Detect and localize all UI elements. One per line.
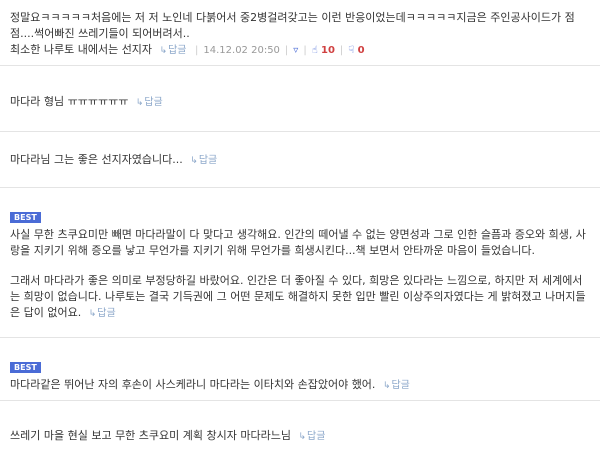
comment-meta: | 14.12.02 20:50 | ▿ | ☝ 10 | ☟ 0 [190, 45, 365, 56]
comment-body: 마다라 형님 ㅠㅠㅠㅠㅠㅠ [10, 95, 129, 108]
comment-body: 쓰레기 마을 현실 보고 무한 츠쿠요미 계획 창시자 마다라느님 [10, 429, 291, 442]
comment-text: 쓰레기 마을 현실 보고 무한 츠쿠요미 계획 창시자 마다라느님 ↳답글 [10, 428, 592, 445]
reply-button[interactable]: ↳답글 [89, 308, 116, 319]
comment-paragraph-1: 사실 무한 츠쿠요미만 빼면 마다라말이 다 맞다고 생각해요. 인간의 떼어낼… [10, 228, 586, 257]
comment-item: 정말요ㅋㅋㅋㅋㅋ처음에는 저 저 노인네 다붉어서 중2병걸려갖고는 이런 반응… [0, 0, 600, 66]
reply-arrow-icon: ↳ [159, 46, 168, 56]
comment-text-line-2: 점....썩어빠진 쓰레기들이 되어버려서.. [10, 27, 190, 40]
comment-item: 마다라 형님 ㅠㅠㅠㅠㅠㅠ ↳답글 [0, 66, 600, 132]
divider: | [195, 45, 199, 56]
reply-label: 답글 [391, 380, 410, 391]
comment-item-best: BEST 사실 무한 츠쿠요미만 빼면 마다라말이 다 맞다고 생각해요. 인간… [0, 188, 600, 338]
user-icon[interactable]: ▿ [293, 45, 298, 56]
reply-arrow-icon: ↳ [382, 381, 391, 391]
reply-label: 답글 [307, 431, 326, 442]
reply-label: 답글 [97, 308, 116, 319]
reply-label: 답글 [144, 97, 163, 108]
best-badge: BEST [10, 362, 41, 373]
thumbs-down-icon: ☟ [348, 45, 355, 56]
reply-arrow-icon: ↳ [298, 432, 307, 442]
comment-text: 마다라 형님 ㅠㅠㅠㅠㅠㅠ ↳답글 [10, 94, 592, 111]
comment-body: 마다라같은 뛰어난 자의 후손이 사스케라니 마다라는 이타치와 손잡았어야 했… [10, 378, 376, 391]
dislike-button[interactable]: ☟ 0 [348, 45, 364, 56]
reply-arrow-icon: ↳ [190, 156, 198, 166]
comment-text: 정말요ㅋㅋㅋㅋㅋ처음에는 저 저 노인네 다붉어서 중2병걸려갖고는 이런 반응… [10, 10, 592, 59]
reply-label: 답글 [168, 45, 187, 56]
reply-button[interactable]: ↳답글 [136, 97, 163, 108]
like-button[interactable]: ☝ 10 [312, 45, 335, 56]
divider: | [339, 45, 344, 56]
comment-item: 쓰레기 마을 현실 보고 무한 츠쿠요미 계획 창시자 마다라느님 ↳답글 [0, 401, 600, 449]
comment-item-best: BEST 마다라같은 뛰어난 자의 후손이 사스케라니 마다라는 이타치와 손잡… [0, 338, 600, 401]
reply-arrow-icon: ↳ [135, 98, 144, 108]
reply-button[interactable]: ↳답글 [190, 155, 217, 166]
thumbs-up-icon: ☝ [311, 45, 318, 56]
reply-button[interactable]: ↳답글 [383, 380, 410, 391]
reply-label: 답글 [198, 155, 218, 166]
comment-text-line-3: 최소한 나루토 내에서는 선지자 [10, 43, 153, 56]
comment-date: 14.12.02 20:50 [203, 45, 280, 56]
comment-paragraph-2: 그래서 마다라가 좋은 의미로 부정당하길 바랐어요. 인간은 더 좋아질 수 … [10, 273, 592, 322]
comment-text: 마다라님 그는 좋은 선지자였습니다... ↳답글 [10, 152, 592, 169]
reply-button[interactable]: ↳답글 [160, 45, 187, 56]
divider: | [303, 45, 307, 56]
comment-text: 마다라같은 뛰어난 자의 후손이 사스케라니 마다라는 이타치와 손잡았어야 했… [10, 377, 592, 394]
like-count: 10 [320, 45, 335, 56]
reply-button[interactable]: ↳답글 [298, 431, 325, 442]
comment-body: 마다라님 그는 좋은 선지자였습니다... [10, 153, 183, 166]
dislike-count: 0 [357, 45, 365, 56]
divider: | [284, 45, 289, 56]
comment-list: 정말요ㅋㅋㅋㅋㅋ처음에는 저 저 노인네 다붉어서 중2병걸려갖고는 이런 반응… [0, 0, 600, 449]
reply-arrow-icon: ↳ [88, 309, 97, 319]
best-badge: BEST [10, 212, 41, 223]
comment-item: 마다라님 그는 좋은 선지자였습니다... ↳답글 [0, 132, 600, 188]
comment-text-line-1: 정말요ㅋㅋㅋㅋㅋ처음에는 저 저 노인네 다붉어서 중2병걸려갖고는 이런 반응… [10, 11, 575, 24]
